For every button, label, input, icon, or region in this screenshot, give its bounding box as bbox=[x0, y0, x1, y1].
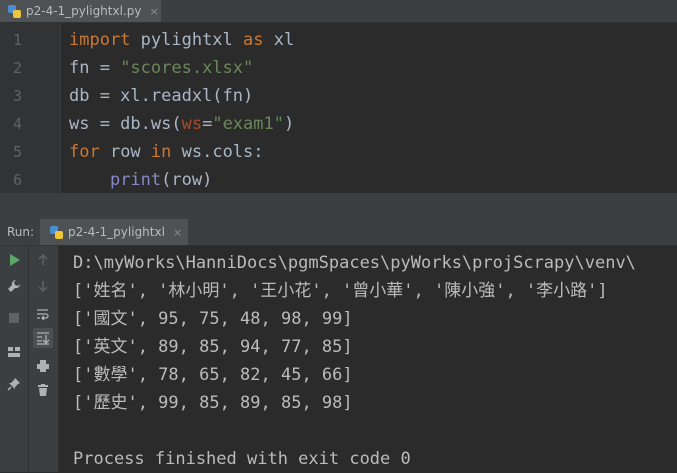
line-number: 3 bbox=[12, 87, 22, 105]
stop-icon[interactable] bbox=[4, 308, 24, 328]
down-arrow-icon[interactable] bbox=[33, 276, 53, 296]
run-toolbar-right bbox=[29, 246, 59, 472]
code-token: db = xl.readxl(fn) bbox=[69, 86, 254, 106]
code-line: fn = "scores.xlsx" bbox=[69, 54, 253, 82]
line-number-gutter: 1 2 3 4 5 6 bbox=[0, 23, 61, 193]
code-line: ws = db.ws(ws="exam1") bbox=[69, 110, 294, 138]
code-token: ws bbox=[181, 114, 203, 134]
code-token: for bbox=[69, 142, 100, 162]
code-token: ws.cols: bbox=[171, 142, 264, 162]
python-file-icon bbox=[8, 4, 21, 18]
run-toolbar-left bbox=[0, 246, 29, 472]
code-token: row bbox=[99, 142, 151, 162]
pin-icon[interactable] bbox=[4, 374, 24, 394]
run-tab[interactable]: p2-4-1_pylightxl × bbox=[40, 219, 188, 245]
console-line: ['姓名', '林小明', '王小花', '曾小華', '陳小強', '李小路'… bbox=[73, 281, 608, 301]
line-number: 2 bbox=[12, 59, 22, 77]
console-line: ['數學', 78, 65, 82, 45, 66] bbox=[73, 365, 353, 385]
run-label: Run: bbox=[7, 225, 35, 239]
console-line: Process finished with exit code 0 bbox=[73, 449, 411, 469]
code-token: ws = db.ws( bbox=[69, 114, 182, 134]
console-line: ['英文', 89, 85, 94, 77, 85] bbox=[73, 337, 353, 357]
code-editor[interactable]: import pylightxl as xl fn = "scores.xlsx"… bbox=[61, 23, 677, 193]
code-token: in bbox=[150, 142, 172, 162]
line-number: 4 bbox=[12, 115, 22, 133]
code-token: ) bbox=[283, 114, 295, 134]
soft-wrap-icon[interactable] bbox=[33, 304, 53, 324]
code-token: pylightxl bbox=[130, 30, 244, 50]
run-tool-window-header: Run: p2-4-1_pylightxl × bbox=[0, 219, 677, 246]
editor-tab-label: p2-4-1_pylightxl.py bbox=[26, 4, 142, 18]
code-token: "exam1" bbox=[212, 114, 284, 134]
code-line: db = xl.readxl(fn) bbox=[69, 82, 253, 110]
line-number: 5 bbox=[12, 143, 22, 161]
run-icon[interactable] bbox=[4, 250, 24, 270]
code-line: import pylightxl as xl bbox=[69, 26, 294, 54]
code-token: (row) bbox=[161, 170, 213, 190]
code-token: "scores.xlsx" bbox=[120, 58, 254, 78]
line-number: 1 bbox=[12, 31, 22, 49]
up-arrow-icon[interactable] bbox=[33, 250, 53, 270]
code-token: fn = bbox=[69, 58, 121, 78]
python-run-config-icon bbox=[50, 225, 63, 239]
editor-tab-file[interactable]: p2-4-1_pylightxl.py × bbox=[0, 0, 161, 22]
code-token: = bbox=[202, 114, 213, 134]
panel-divider[interactable] bbox=[0, 193, 677, 219]
editor-tab-bar: p2-4-1_pylightxl.py × bbox=[0, 0, 677, 23]
close-icon[interactable]: × bbox=[149, 5, 158, 18]
run-console-output[interactable]: D:\myWorks\HanniDocs\pgmSpaces\pyWorks\p… bbox=[59, 246, 677, 472]
code-line: print(row) bbox=[69, 166, 212, 194]
code-line: for row in ws.cols: bbox=[69, 138, 264, 166]
code-token: import bbox=[69, 30, 131, 50]
wrench-icon[interactable] bbox=[4, 276, 24, 296]
console-line: ['國文', 95, 75, 48, 98, 99] bbox=[73, 309, 353, 329]
console-line: ['歷史', 99, 85, 89, 85, 98] bbox=[73, 393, 353, 413]
code-token: print bbox=[109, 170, 162, 190]
trash-icon[interactable] bbox=[33, 380, 53, 400]
run-tab-label: p2-4-1_pylightxl bbox=[68, 225, 165, 239]
code-token: xl bbox=[263, 30, 295, 50]
scroll-to-end-icon[interactable] bbox=[33, 328, 53, 348]
code-token: as bbox=[243, 30, 264, 50]
layout-icon[interactable] bbox=[4, 342, 24, 362]
console-line: D:\myWorks\HanniDocs\pgmSpaces\pyWorks\p… bbox=[73, 253, 636, 273]
close-icon[interactable]: × bbox=[173, 226, 182, 239]
line-number: 6 bbox=[12, 171, 22, 189]
print-icon[interactable] bbox=[33, 356, 53, 376]
